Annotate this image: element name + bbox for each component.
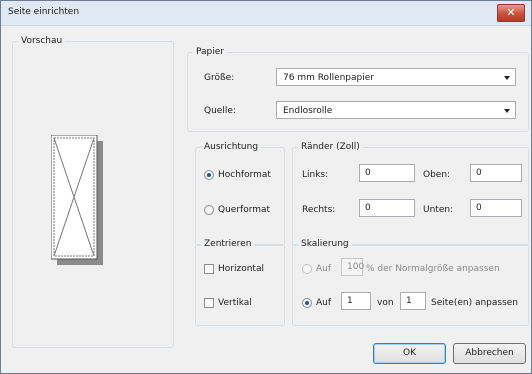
margin-bottom-label: Unten: — [423, 205, 454, 215]
margin-left-input[interactable]: 0 — [359, 164, 415, 182]
landscape-label[interactable]: Querformat — [218, 205, 270, 215]
center-horizontal-label[interactable]: Horizontal — [218, 264, 264, 274]
center-vertical-label[interactable]: Vertikal — [218, 298, 252, 308]
center-group: Zentrieren Horizontal Vertikal — [195, 239, 285, 326]
paper-size-select[interactable]: 76 mm Rollenpapier — [276, 68, 516, 86]
chevron-down-icon — [504, 109, 510, 113]
page-preview — [50, 134, 103, 265]
page-setup-dialog: Seite einrichten ✕ Vorschau Papier Größe… — [0, 0, 532, 374]
paper-group: Papier Größe: 76 mm Rollenpapier Quelle:… — [187, 47, 529, 132]
scale-percent-radio[interactable] — [302, 264, 312, 274]
orientation-group-label: Ausrichtung — [201, 142, 262, 152]
cancel-button[interactable]: Abbrechen — [453, 343, 526, 364]
paper-source-value: Endlosrolle — [283, 106, 333, 116]
margin-right-input[interactable]: 0 — [359, 199, 415, 217]
center-group-label: Zentrieren — [201, 239, 255, 249]
margins-group: Ränder (Zoll) Links: 0 Oben: 0 Rechts: 0… — [292, 142, 529, 246]
paper-source-label: Quelle: — [204, 106, 236, 116]
margin-top-input[interactable]: 0 — [470, 164, 522, 182]
scaling-group-label: Skalierung — [298, 239, 352, 249]
margin-bottom-input[interactable]: 0 — [470, 199, 522, 217]
margin-left-label: Links: — [302, 170, 329, 180]
fit-suffix: Seite(en) anpassen — [431, 298, 519, 308]
fit-of-label: von — [377, 298, 394, 308]
paper-size-label: Größe: — [204, 73, 235, 83]
chevron-down-icon — [504, 76, 510, 80]
fit-pages-wide-input[interactable]: 1 — [341, 292, 371, 310]
landscape-radio[interactable] — [204, 205, 214, 215]
scale-fit-label[interactable]: Auf — [316, 298, 331, 308]
scale-percent-label[interactable]: Auf — [316, 264, 331, 274]
dialog-body: Vorschau Papier Größe: 76 mm Rollenpapie… — [2, 26, 530, 372]
window-title: Seite einrichten — [8, 7, 80, 17]
scale-percent-input[interactable]: 100 — [341, 258, 364, 276]
portrait-label[interactable]: Hochformat — [218, 170, 271, 180]
close-button[interactable]: ✕ — [497, 4, 525, 22]
portrait-radio[interactable] — [204, 170, 214, 180]
margin-top-label: Oben: — [423, 170, 451, 180]
paper-group-label: Papier — [193, 47, 227, 57]
paper-source-select[interactable]: Endlosrolle — [276, 101, 516, 119]
fit-pages-tall-input[interactable]: 1 — [400, 292, 426, 310]
orientation-group: Ausrichtung Hochformat Querformat — [195, 142, 285, 246]
margin-right-label: Rechts: — [302, 205, 336, 215]
center-vertical-checkbox[interactable] — [204, 298, 214, 308]
ok-button[interactable]: OK — [373, 343, 446, 364]
title-bar: Seite einrichten ✕ — [1, 1, 531, 26]
scaling-group: Skalierung Auf 100 % der Normalgröße anp… — [292, 239, 529, 326]
preview-group: Vorschau — [12, 36, 174, 348]
scale-percent-suffix: % der Normalgröße anpassen — [366, 264, 500, 274]
center-horizontal-checkbox[interactable] — [204, 264, 214, 274]
scale-fit-radio[interactable] — [302, 298, 312, 308]
preview-label: Vorschau — [18, 36, 66, 46]
paper-size-value: 76 mm Rollenpapier — [283, 73, 374, 83]
margins-group-label: Ränder (Zoll) — [298, 142, 363, 152]
